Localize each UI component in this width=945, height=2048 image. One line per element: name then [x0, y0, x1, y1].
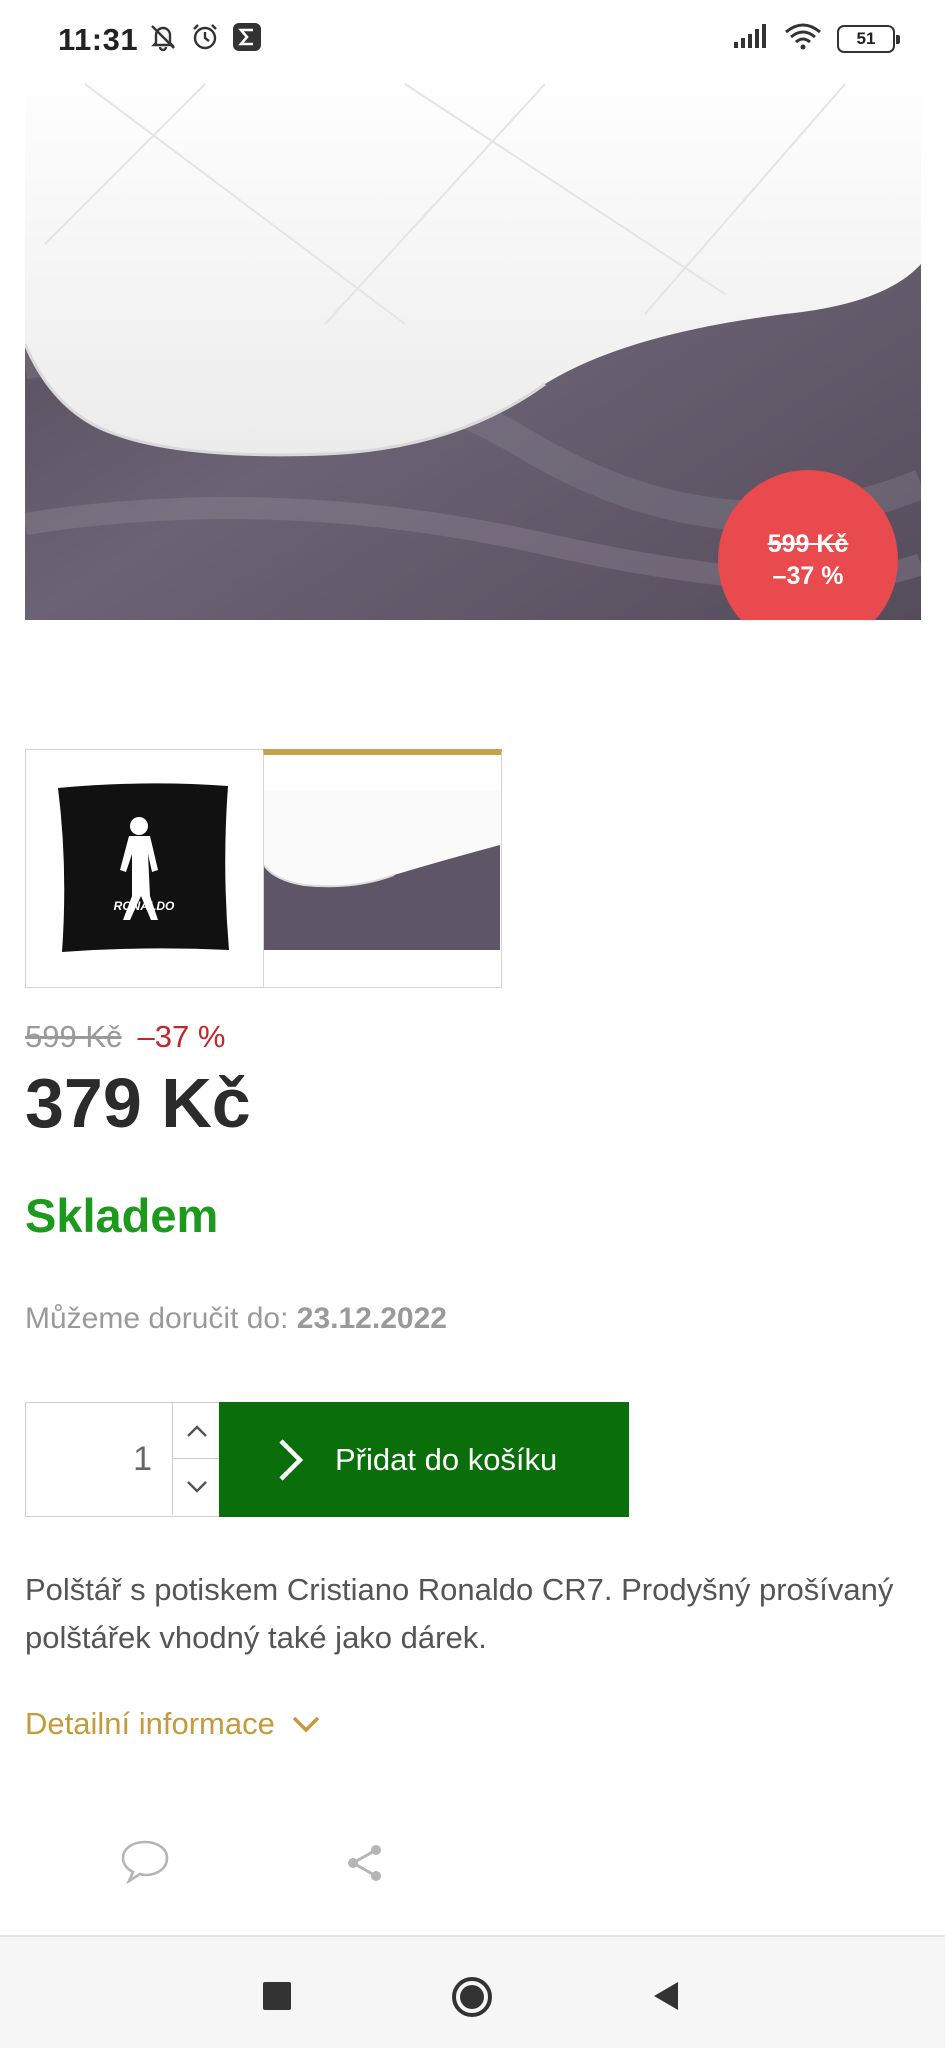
chevron-up-icon — [186, 1424, 207, 1437]
back-button[interactable] — [650, 1980, 682, 2017]
alarm-icon — [190, 22, 220, 57]
sigma-app-icon — [232, 22, 262, 57]
product-description: Polštář s potiskem Cristiano Ronaldo CR7… — [25, 1572, 894, 1655]
price-row: 599 Kč –37 % — [25, 1019, 225, 1055]
wifi-icon — [783, 22, 823, 55]
recents-button[interactable] — [263, 1982, 291, 2010]
quantity-input[interactable]: 1 — [26, 1403, 172, 1515]
status-bar: 11:31 51 — [0, 0, 945, 64]
detail-info-toggle[interactable]: Detailní informace — [25, 1706, 321, 1742]
quantity-decrease-button[interactable] — [172, 1459, 220, 1515]
chevron-right-icon — [279, 1438, 304, 1481]
thumbnail-white-pillow[interactable] — [262, 749, 502, 988]
old-price: 599 Kč — [25, 1019, 122, 1054]
current-price: 379 Kč — [25, 1064, 251, 1142]
status-time: 11:31 — [58, 22, 139, 57]
stock-status: Skladem — [25, 1189, 219, 1242]
thumbnail-print-text: RONALDO — [114, 899, 175, 913]
status-icons-right: 51 — [733, 22, 900, 55]
badge-discount: –37 % — [772, 562, 844, 590]
thumbnail-black-pillow[interactable]: RONALDO — [25, 749, 264, 988]
battery-icon: 51 — [837, 24, 900, 53]
signal-icon — [733, 23, 769, 54]
share-icon[interactable] — [345, 1843, 385, 1888]
comment-icon[interactable] — [120, 1838, 170, 1889]
status-icons-left — [148, 22, 262, 57]
delivery-info: Můžeme doručit do: 23.12.2022 — [25, 1302, 447, 1336]
product-hero-image[interactable]: 599 Kč –37 % — [25, 64, 921, 620]
thumbnail-gallery: RONALDO — [25, 749, 502, 988]
delivery-date: 23.12.2022 — [296, 1302, 447, 1335]
badge-old-price: 599 Kč — [767, 530, 849, 558]
quantity-increase-button[interactable] — [172, 1403, 220, 1459]
add-to-cart-button[interactable]: Přidat do košíku — [219, 1402, 629, 1517]
discount-percent: –37 % — [137, 1019, 226, 1054]
detail-info-label: Detailní informace — [25, 1706, 275, 1741]
quantity-stepper: 1 — [25, 1402, 221, 1517]
delivery-label: Můžeme doručit do: — [25, 1302, 289, 1335]
add-to-cart-label: Přidat do košíku — [335, 1441, 558, 1477]
home-button[interactable] — [450, 1975, 494, 2024]
bell-muted-icon — [148, 22, 178, 57]
chevron-down-icon — [292, 1716, 320, 1733]
chevron-down-icon — [186, 1481, 207, 1493]
system-nav-bar — [0, 1935, 945, 2048]
